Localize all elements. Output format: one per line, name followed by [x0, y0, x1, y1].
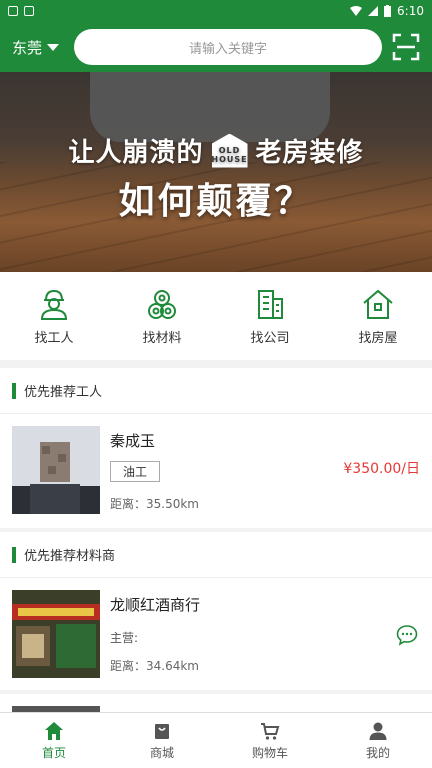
- chat-icon[interactable]: [396, 624, 418, 646]
- search-input[interactable]: 请输入关键字: [74, 29, 382, 65]
- worker-distance: 距离：35.50km: [110, 497, 199, 511]
- banner-headline: 让人崩溃的 OLD HOUSE 老房装修: [0, 132, 432, 169]
- category-find-worker[interactable]: 找工人: [0, 272, 108, 360]
- search-placeholder: 请输入关键字: [188, 41, 267, 57]
- promo-banner[interactable]: 让人崩溃的 OLD HOUSE 老房装修 如何颠覆？: [0, 72, 432, 272]
- material-supplier-card[interactable]: 龙顺红酒商行 主营: 距离：34.64km: [0, 578, 432, 690]
- battery-icon: [384, 5, 392, 17]
- supplier-main-business: 主营:: [110, 631, 139, 645]
- category-label: 找房屋: [358, 330, 398, 346]
- supplier-name: 龙顺红酒商行: [110, 596, 201, 614]
- company-icon: [258, 289, 283, 319]
- nav-label: 我的: [365, 745, 390, 760]
- worker-name: 秦成玉: [110, 432, 156, 450]
- section-accent-bar: [12, 382, 16, 399]
- category-grid: 找工人 找材料 找公司 找房屋: [0, 272, 432, 360]
- section-title: 优先推荐工人: [24, 385, 103, 400]
- dropdown-arrow-icon: [47, 43, 60, 51]
- home-icon: [45, 721, 63, 740]
- shop-icon: [155, 723, 169, 739]
- house-icon: [363, 289, 393, 319]
- section-header-workers: 优先推荐工人: [0, 368, 432, 414]
- worker-price: ¥350.00/日: [343, 461, 420, 477]
- nav-home[interactable]: 首页: [0, 713, 108, 768]
- nav-profile[interactable]: 我的: [324, 713, 432, 768]
- nav-cart[interactable]: 购物车: [216, 713, 324, 768]
- bottom-navigation: 首页 商城 购物车 我的: [0, 712, 432, 768]
- cart-icon: [261, 722, 280, 740]
- category-label: 找工人: [34, 330, 74, 346]
- category-find-material[interactable]: 找材料: [108, 272, 216, 360]
- material-icon: [148, 289, 176, 319]
- section-header-materials: 优先推荐材料商: [0, 532, 432, 578]
- signal-icon: [368, 6, 379, 16]
- city-selector[interactable]: 东莞: [12, 37, 64, 58]
- category-find-house[interactable]: 找房屋: [324, 272, 432, 360]
- supplier-photo: [12, 590, 100, 678]
- section-accent-bar: [12, 546, 16, 563]
- banner-text-right: 老房装修: [255, 138, 364, 168]
- logo-text-top: OLD: [218, 145, 241, 155]
- worker-trade-tag: 油工: [110, 461, 161, 482]
- nav-label: 首页: [41, 745, 66, 760]
- logo-text-bottom: HOUSE: [211, 154, 248, 164]
- city-label: 东莞: [12, 38, 43, 57]
- nav-label: 商城: [149, 745, 174, 760]
- banner-subheadline: 如何颠覆？: [118, 181, 314, 222]
- section-title: 优先推荐材料商: [24, 549, 116, 564]
- supplier-info: 龙顺红酒商行 主营: 距离：34.64km: [110, 590, 420, 678]
- category-find-company[interactable]: 找公司: [216, 272, 324, 360]
- user-icon: [369, 722, 387, 740]
- notification-icons: [8, 6, 34, 16]
- nav-shop[interactable]: 商城: [108, 713, 216, 768]
- app-header: 东莞 请输入关键字: [0, 22, 432, 72]
- status-bar: 6:10: [0, 0, 432, 22]
- supplier-distance: 距离：34.64km: [110, 659, 199, 673]
- banner-text-left: 让人崩溃的: [68, 138, 204, 168]
- old-house-logo: OLD HOUSE: [211, 133, 248, 168]
- worker-card[interactable]: 秦成玉 油工 ¥350.00/日 距离：35.50km: [0, 414, 432, 528]
- wifi-icon: [350, 6, 363, 16]
- nav-label: 购物车: [251, 745, 288, 760]
- worker-info: 秦成玉 油工 ¥350.00/日 距离：35.50km: [110, 426, 420, 516]
- status-time: 6:10: [397, 4, 424, 18]
- worker-avatar: [12, 426, 100, 514]
- category-label: 找材料: [142, 330, 182, 346]
- notification-icon: [24, 6, 34, 16]
- notification-icon: [8, 6, 18, 16]
- worker-icon: [40, 289, 68, 320]
- category-label: 找公司: [250, 330, 290, 346]
- scan-icon[interactable]: [392, 33, 420, 61]
